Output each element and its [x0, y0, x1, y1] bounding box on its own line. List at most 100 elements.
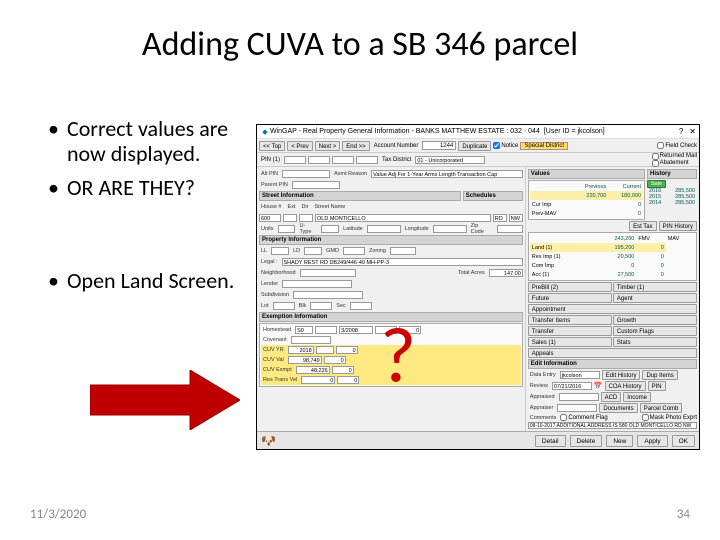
future-button[interactable]: Future: [528, 293, 612, 303]
nav-prev-button[interactable]: < Prev: [287, 141, 313, 151]
total-acres-value[interactable]: 147.00: [489, 269, 523, 277]
alt-pin-field[interactable]: [282, 170, 330, 178]
ext-label: Ext: [286, 204, 298, 210]
schedules-header[interactable]: Schedules: [463, 191, 523, 201]
exemption-m[interactable]: [315, 326, 337, 334]
pin-side-button[interactable]: PIN: [648, 381, 666, 391]
cuv-yr-value[interactable]: 2018: [288, 346, 314, 354]
pin-field-2[interactable]: [308, 156, 330, 164]
coa-history-button[interactable]: COA History: [605, 381, 646, 391]
documents-button[interactable]: Documents: [599, 403, 637, 413]
exempt-box-a[interactable]: [375, 326, 397, 334]
pin-field-4[interactable]: [356, 156, 378, 164]
lot-field[interactable]: [273, 302, 295, 310]
prebill-button[interactable]: PreBill (2): [528, 282, 612, 292]
new-button[interactable]: New: [606, 435, 633, 447]
cuv-val-b[interactable]: 0: [324, 356, 346, 364]
apply-button[interactable]: Apply: [637, 435, 667, 447]
field-check-checkbox[interactable]: Field Check: [657, 142, 697, 149]
zoning-field[interactable]: [390, 247, 416, 255]
units-field[interactable]: [278, 225, 296, 233]
legal-value[interactable]: SHADY REST RD DB249/446-49 MH-PP-3: [282, 258, 523, 266]
comments-textarea[interactable]: 08-10-2017 ADDITIONAL ADDRESS IS 580 OLD…: [528, 422, 697, 429]
asmt-reason-value[interactable]: Value Adj For 1-Year Arms Length Transac…: [371, 170, 523, 178]
growth-button[interactable]: Growth: [613, 315, 697, 325]
custom-flags-button[interactable]: Custom Flags: [613, 326, 697, 336]
comment-flag-checkbox[interactable]: Comment Flag: [560, 414, 607, 421]
sale-button[interactable]: Sale: [647, 180, 666, 188]
ld-field[interactable]: [304, 247, 322, 255]
tax-district-value[interactable]: 01 - Unicorporated: [415, 156, 485, 164]
lon-field[interactable]: [433, 225, 467, 233]
street-name-value[interactable]: OLD MONTICELLO: [315, 214, 491, 222]
special-district-button[interactable]: Special District: [520, 142, 568, 150]
detail-button[interactable]: Detail: [535, 435, 566, 447]
subdivision-field[interactable]: [293, 291, 363, 299]
mask-photo-checkbox[interactable]: Mask Photo Exprt: [642, 414, 697, 421]
homestead-value[interactable]: S0: [295, 326, 313, 334]
covenant-field[interactable]: [291, 336, 331, 344]
assistant-icon[interactable]: 🐶: [261, 434, 276, 448]
notice-checkbox[interactable]: Notice: [493, 142, 518, 149]
res-trans-value[interactable]: 0: [301, 376, 335, 384]
neighborhood-field[interactable]: [300, 269, 356, 277]
dup-items-button[interactable]: Dup Items: [642, 370, 677, 380]
abatement-checkbox[interactable]: Abatement: [652, 160, 697, 167]
sec-field[interactable]: [350, 302, 372, 310]
lender-field[interactable]: [282, 280, 352, 288]
nav-top-button[interactable]: << Top: [259, 141, 285, 151]
appraised-field[interactable]: [559, 393, 599, 401]
duplicate-button[interactable]: Duplicate: [458, 141, 491, 151]
cuv-exmpt-value[interactable]: 48,226: [296, 366, 330, 374]
fmv-value: 243,200: [591, 234, 636, 243]
sales-button[interactable]: Sales (1): [528, 337, 612, 347]
edit-history-button[interactable]: Edit History: [602, 370, 641, 380]
appraiser-field[interactable]: [557, 404, 597, 412]
ll-field[interactable]: [271, 247, 289, 255]
appeals-button[interactable]: Appeals: [528, 348, 697, 358]
nw-value[interactable]: NW: [509, 214, 523, 222]
utype-field[interactable]: [321, 225, 339, 233]
help-icon[interactable]: ?: [679, 127, 683, 136]
returned-mail-checkbox[interactable]: Returned Mail: [652, 153, 697, 160]
cuv-yr-c[interactable]: 0: [336, 346, 358, 354]
lat-field[interactable]: [367, 225, 401, 233]
exemption-date[interactable]: 3/2008: [339, 326, 373, 334]
dir-value[interactable]: [299, 214, 313, 222]
calendar-icon[interactable]: 📅: [594, 382, 603, 390]
res-imp-value: 20,500: [591, 252, 636, 261]
pin-field-3[interactable]: [332, 156, 354, 164]
ext-value[interactable]: [283, 214, 297, 222]
transfer-button[interactable]: Transfer: [528, 326, 612, 336]
exempt-box-b[interactable]: 0: [399, 326, 421, 334]
ok-button[interactable]: OK: [672, 435, 695, 447]
pin-field[interactable]: [284, 156, 306, 164]
zip-field[interactable]: [497, 225, 523, 233]
nav-next-button[interactable]: Next >: [315, 141, 341, 151]
stats-button[interactable]: Stats: [613, 337, 697, 347]
house-value[interactable]: 600: [259, 214, 281, 222]
timber-button[interactable]: Timber (1): [613, 282, 697, 292]
review-value[interactable]: 07/21/2016: [552, 382, 592, 390]
blk-field[interactable]: [310, 302, 332, 310]
income-button[interactable]: Income: [623, 392, 651, 402]
gmd-field[interactable]: [343, 247, 365, 255]
cuv-val-value[interactable]: 98,749: [288, 356, 322, 364]
est-tax-button[interactable]: Est Tax: [629, 221, 657, 231]
cuv-exmpt-b[interactable]: 0: [332, 366, 354, 374]
rd-value[interactable]: RD: [493, 214, 507, 222]
delete-button[interactable]: Delete: [570, 435, 603, 447]
acd-button[interactable]: ACD: [601, 392, 622, 402]
res-trans-b[interactable]: 0: [337, 376, 359, 384]
close-icon[interactable]: ✕: [689, 127, 696, 136]
parent-pin-field[interactable]: [292, 181, 340, 189]
transfer-items-button[interactable]: Transfer Items: [528, 315, 612, 325]
agent-button[interactable]: Agent: [613, 293, 697, 303]
cur-imp-value: 0: [608, 200, 643, 209]
nav-end-button[interactable]: End >>: [342, 141, 369, 151]
cuv-yr-b[interactable]: [316, 346, 334, 354]
data-entry-value[interactable]: jkcolson: [560, 371, 600, 379]
pin-history-button[interactable]: PIN History: [659, 221, 697, 231]
parcel-comb-button[interactable]: Parcel Comb: [640, 403, 683, 413]
appointment-button[interactable]: Appointment: [528, 304, 697, 314]
